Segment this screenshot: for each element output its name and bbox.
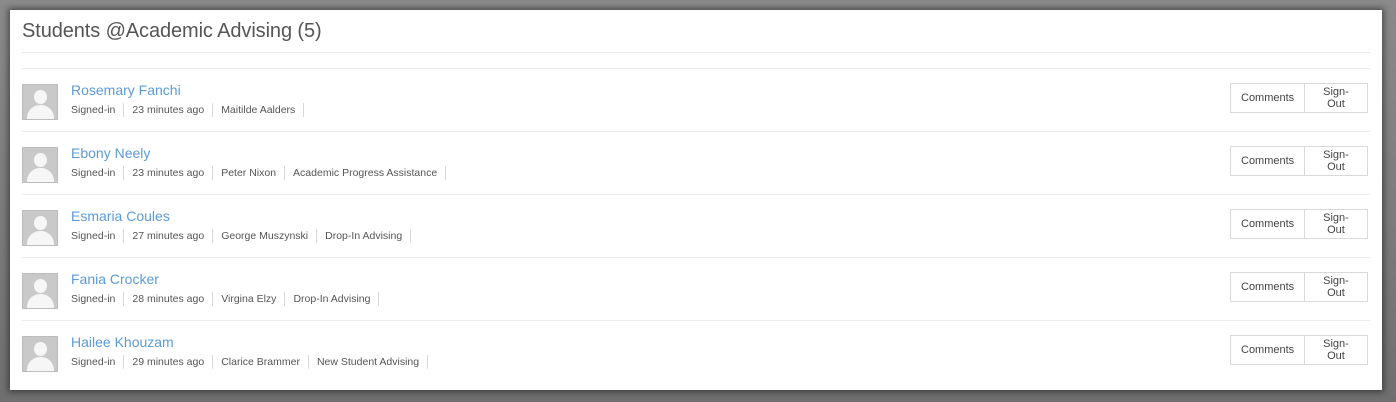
row-actions: Comments Sign-Out <box>1230 209 1368 239</box>
advisor-text: Maitilde Aalders <box>213 103 305 117</box>
student-name-link[interactable]: Rosemary Fanchi <box>71 81 181 99</box>
student-row: Rosemary Fanchi Signed-in 23 minutes ago… <box>22 68 1370 131</box>
row-actions: Comments Sign-Out <box>1230 83 1368 113</box>
sign-out-button[interactable]: Sign-Out <box>1305 146 1368 176</box>
avatar-icon <box>22 147 58 183</box>
status-text: Signed-in <box>71 166 125 180</box>
status-text: Signed-in <box>71 103 125 117</box>
advisor-text: George Muszynski <box>213 229 318 243</box>
comments-button[interactable]: Comments <box>1230 146 1305 176</box>
student-meta: Signed-in 27 minutes ago George Muszynsk… <box>71 229 412 243</box>
panel-title: Students @Academic Advising (5) <box>22 20 322 42</box>
service-text: Academic Progress Assistance <box>285 166 447 180</box>
avatar-icon <box>22 336 58 372</box>
students-panel: Students @Academic Advising (5) Rosemary… <box>10 10 1382 390</box>
avatar-icon <box>22 273 58 309</box>
student-meta: Signed-in 23 minutes ago Peter Nixon Aca… <box>71 166 447 180</box>
time-text: 29 minutes ago <box>124 355 214 369</box>
sign-out-button[interactable]: Sign-Out <box>1305 209 1368 239</box>
time-text: 28 minutes ago <box>124 292 214 306</box>
status-text: Signed-in <box>71 229 125 243</box>
student-row: Hailee Khouzam Signed-in 29 minutes ago … <box>22 320 1370 383</box>
student-meta: Signed-in 23 minutes ago Maitilde Aalder… <box>71 103 305 117</box>
time-text: 27 minutes ago <box>124 229 214 243</box>
student-name-link[interactable]: Ebony Neely <box>71 144 150 162</box>
sign-out-button[interactable]: Sign-Out <box>1305 335 1368 365</box>
sign-out-button[interactable]: Sign-Out <box>1305 272 1368 302</box>
comments-button[interactable]: Comments <box>1230 335 1305 365</box>
row-actions: Comments Sign-Out <box>1230 335 1368 365</box>
row-actions: Comments Sign-Out <box>1230 146 1368 176</box>
advisor-text: Peter Nixon <box>213 166 286 180</box>
student-name-link[interactable]: Esmaria Coules <box>71 207 170 225</box>
title-divider <box>22 52 1370 53</box>
service-text: Drop-In Advising <box>285 292 380 306</box>
time-text: 23 minutes ago <box>124 166 214 180</box>
student-name-link[interactable]: Hailee Khouzam <box>71 333 174 351</box>
avatar-icon <box>22 210 58 246</box>
row-actions: Comments Sign-Out <box>1230 272 1368 302</box>
advisor-text: Virgina Elzy <box>213 292 286 306</box>
comments-button[interactable]: Comments <box>1230 272 1305 302</box>
status-text: Signed-in <box>71 292 125 306</box>
time-text: 23 minutes ago <box>124 103 214 117</box>
student-list: Rosemary Fanchi Signed-in 23 minutes ago… <box>22 68 1370 383</box>
avatar-icon <box>22 84 58 120</box>
sign-out-button[interactable]: Sign-Out <box>1305 83 1368 113</box>
advisor-text: Clarice Brammer <box>213 355 309 369</box>
student-meta: Signed-in 29 minutes ago Clarice Brammer… <box>71 355 429 369</box>
comments-button[interactable]: Comments <box>1230 83 1305 113</box>
student-row: Esmaria Coules Signed-in 27 minutes ago … <box>22 194 1370 257</box>
status-text: Signed-in <box>71 355 125 369</box>
student-name-link[interactable]: Fania Crocker <box>71 270 159 288</box>
comments-button[interactable]: Comments <box>1230 209 1305 239</box>
student-meta: Signed-in 28 minutes ago Virgina Elzy Dr… <box>71 292 380 306</box>
student-row: Fania Crocker Signed-in 28 minutes ago V… <box>22 257 1370 320</box>
student-row: Ebony Neely Signed-in 23 minutes ago Pet… <box>22 131 1370 194</box>
service-text: New Student Advising <box>309 355 429 369</box>
window-frame: Students @Academic Advising (5) Rosemary… <box>0 0 1396 402</box>
service-text: Drop-In Advising <box>317 229 412 243</box>
